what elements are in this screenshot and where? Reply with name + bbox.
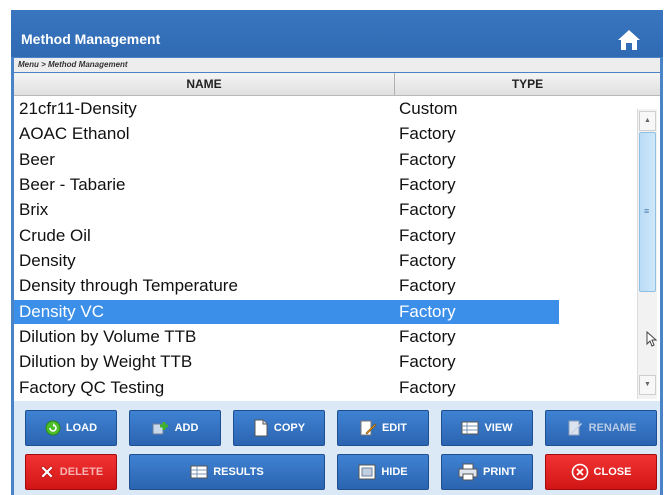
copy-button[interactable]: COPY (233, 410, 325, 446)
method-type: Factory (399, 226, 456, 245)
print-icon (458, 463, 478, 481)
edit-icon (360, 420, 377, 436)
table-row[interactable]: Factory QC Testing Factory (14, 376, 559, 400)
method-type: Factory (399, 352, 456, 371)
method-type: Factory (399, 378, 456, 397)
method-name: Density through Temperature (19, 276, 238, 295)
method-name: Dilution by Volume TTB (19, 327, 197, 346)
method-type: Factory (399, 150, 456, 169)
method-name: Density (19, 251, 76, 270)
table-row[interactable]: Density through Temperature Factory (14, 274, 559, 298)
table-row[interactable]: Beer Factory (14, 148, 559, 172)
add-icon (152, 422, 168, 435)
method-name: Factory QC Testing (19, 378, 165, 397)
table-row[interactable]: 21cfr11-Density Custom (14, 97, 559, 121)
hide-icon (358, 464, 376, 480)
method-type: Factory (399, 276, 456, 295)
close-button[interactable]: CLOSE (545, 454, 657, 490)
column-header-name[interactable]: NAME (14, 73, 395, 95)
home-button[interactable] (616, 27, 642, 53)
method-name: Beer (19, 150, 55, 169)
method-type: Custom (399, 99, 458, 118)
home-icon (618, 30, 640, 50)
load-button[interactable]: LOAD (25, 410, 117, 446)
table-row[interactable]: Dilution by Weight TTB Factory (14, 350, 559, 374)
method-type: Factory (399, 200, 456, 219)
table-row[interactable]: Dilution by Volume TTB Factory (14, 325, 559, 349)
edit-button[interactable]: EDIT (337, 410, 429, 446)
results-button[interactable]: RESULTS (129, 454, 325, 490)
grip-icon: ≡ (644, 206, 650, 216)
rename-button[interactable]: RENAME (545, 410, 657, 446)
add-button[interactable]: ADD (129, 410, 221, 446)
method-name: Beer - Tabarie (19, 175, 126, 194)
rename-icon (568, 420, 582, 436)
method-name: Crude Oil (19, 226, 91, 245)
scroll-down-button[interactable]: ▼ (639, 375, 656, 395)
table-row-selected[interactable]: Density VC Factory (14, 300, 559, 324)
column-header-type[interactable]: TYPE (395, 73, 660, 95)
method-list: 21cfr11-Density Custom AOAC Ethanol Fact… (14, 97, 634, 401)
delete-icon (40, 465, 54, 479)
method-name: Brix (19, 200, 49, 219)
results-icon (190, 465, 208, 479)
list-scrollbar[interactable]: ▲ ≡ ▼ (637, 109, 657, 399)
scroll-up-button[interactable]: ▲ (639, 111, 656, 131)
breadcrumb: Menu > Method Management (14, 58, 660, 72)
hide-button[interactable]: HIDE (337, 454, 429, 490)
mouse-cursor-icon (646, 331, 658, 347)
method-management-window: Method Management Menu > Method Manageme… (11, 10, 663, 495)
delete-button[interactable]: DELETE (25, 454, 117, 490)
action-button-bar: LOAD ADD COPY EDIT VIEW RENAME DELETE RE… (14, 401, 660, 495)
load-icon (45, 420, 61, 436)
table-row[interactable]: Crude Oil Factory (14, 224, 559, 248)
method-type: Factory (399, 124, 456, 143)
window-title: Method Management (21, 31, 161, 47)
method-type: Factory (399, 251, 456, 270)
title-bar: Method Management (11, 10, 663, 57)
table-row[interactable]: Brix Factory (14, 198, 559, 222)
method-name: 21cfr11-Density (19, 99, 137, 118)
method-name: Dilution by Weight TTB (19, 352, 193, 371)
column-headers: NAME TYPE (14, 73, 660, 96)
method-name: Density VC (19, 302, 105, 321)
scroll-thumb[interactable]: ≡ (639, 132, 656, 292)
method-list-panel: NAME TYPE 21cfr11-Density Custom AOAC Et… (14, 73, 660, 401)
view-button[interactable]: VIEW (441, 410, 533, 446)
method-type: Factory (399, 175, 456, 194)
print-button[interactable]: PRINT (441, 454, 533, 490)
copy-icon (254, 419, 268, 437)
table-row[interactable]: Beer - Tabarie Factory (14, 173, 559, 197)
close-icon (571, 463, 588, 481)
method-type: Factory (399, 302, 456, 321)
method-type: Factory (399, 327, 456, 346)
table-row[interactable]: AOAC Ethanol Factory (14, 122, 559, 146)
table-row[interactable]: Density Factory (14, 249, 559, 273)
method-name: AOAC Ethanol (19, 124, 130, 143)
view-icon (461, 421, 479, 435)
